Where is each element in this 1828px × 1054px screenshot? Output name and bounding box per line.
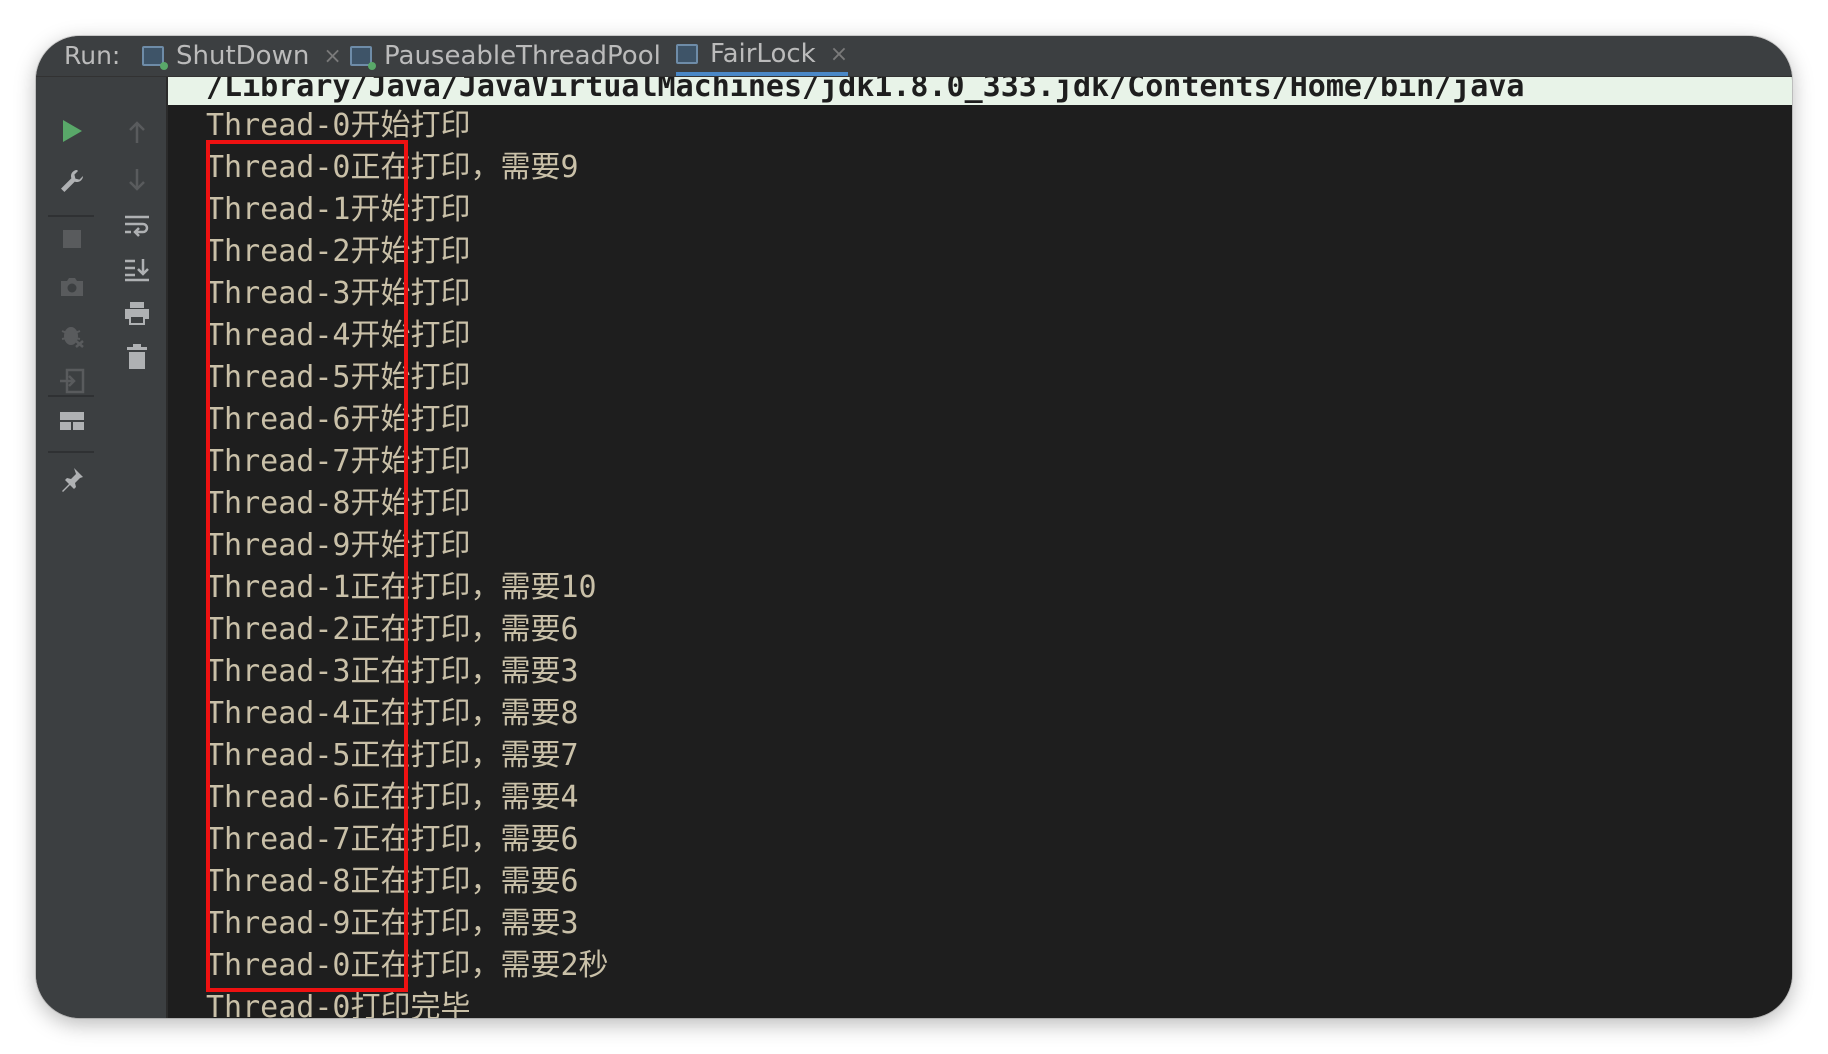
run-toolbar-console bbox=[108, 77, 167, 1018]
tab-label: ShutDown bbox=[176, 41, 310, 71]
console-line: Thread-2开始打印 bbox=[206, 234, 471, 269]
console-line: Thread-7正在打印，需要6 bbox=[206, 822, 579, 857]
run-toolbar-left bbox=[36, 77, 109, 1018]
console-line: Thread-6开始打印 bbox=[206, 402, 471, 437]
arrow-up-icon[interactable] bbox=[117, 113, 157, 153]
trash-icon[interactable] bbox=[117, 337, 157, 377]
console-line: Thread-8正在打印，需要6 bbox=[206, 864, 579, 899]
layout-icon[interactable] bbox=[52, 401, 92, 441]
arrow-down-icon[interactable] bbox=[117, 159, 157, 199]
console-line: Thread-2正在打印，需要6 bbox=[206, 612, 579, 647]
console-line: Thread-0正在打印，需要2秒 bbox=[206, 948, 609, 983]
console-line: Thread-1开始打印 bbox=[206, 192, 471, 227]
console-window-icon bbox=[142, 46, 168, 70]
console-window-icon bbox=[350, 46, 376, 70]
run-label: Run: bbox=[64, 41, 121, 70]
console-line: Thread-4开始打印 bbox=[206, 318, 471, 353]
scroll-to-end-icon[interactable] bbox=[117, 249, 157, 289]
console-line: Thread-5开始打印 bbox=[206, 360, 471, 395]
tab-shutdown[interactable]: ShutDown × bbox=[142, 36, 342, 76]
print-icon[interactable] bbox=[117, 293, 157, 333]
run-tab-bar: Run: ShutDown × PauseableThreadPool × Fa… bbox=[36, 36, 1792, 77]
console-line: Thread-0正在打印，需要9 bbox=[206, 150, 579, 185]
console-line: Thread-0打印完毕 bbox=[206, 990, 471, 1018]
pin-icon[interactable] bbox=[52, 459, 92, 499]
close-icon[interactable]: × bbox=[323, 44, 341, 69]
console-line: Thread-3正在打印，需要3 bbox=[206, 654, 579, 689]
console-line: Thread-9开始打印 bbox=[206, 528, 471, 563]
java-command-line: /Library/Java/JavaVirtualMachines/jdk1.8… bbox=[168, 77, 1792, 105]
console-lines: Thread-0开始打印 Thread-0正在打印，需要9 Thread-1开始… bbox=[206, 105, 1792, 1018]
console-line: Thread-1正在打印，需要10 bbox=[206, 570, 597, 605]
console-line: Thread-6正在打印，需要4 bbox=[206, 780, 579, 815]
console-line: Thread-7开始打印 bbox=[206, 444, 471, 479]
wrench-icon[interactable] bbox=[52, 161, 92, 201]
stop-icon[interactable] bbox=[52, 219, 92, 259]
console-line: Thread-9正在打印，需要3 bbox=[206, 906, 579, 941]
run-icon[interactable] bbox=[52, 111, 92, 151]
console-output[interactable]: /Library/Java/JavaVirtualMachines/jdk1.8… bbox=[168, 77, 1792, 1018]
console-line: Thread-5正在打印，需要7 bbox=[206, 738, 579, 773]
tab-label: PauseableThreadPool bbox=[384, 41, 661, 71]
close-icon[interactable]: × bbox=[830, 42, 848, 67]
console-line: Thread-8开始打印 bbox=[206, 486, 471, 521]
ide-run-window: Run: ShutDown × PauseableThreadPool × Fa… bbox=[36, 36, 1792, 1018]
tab-fairlock[interactable]: FairLock × bbox=[676, 36, 849, 76]
camera-icon[interactable] bbox=[52, 267, 92, 307]
console-line: Thread-4正在打印，需要8 bbox=[206, 696, 579, 731]
console-line: Thread-3开始打印 bbox=[206, 276, 471, 311]
tab-pauseablethreadpool[interactable]: PauseableThreadPool × bbox=[350, 36, 693, 76]
soft-wrap-icon[interactable] bbox=[117, 205, 157, 245]
tab-label: FairLock bbox=[710, 39, 816, 69]
console-window-icon bbox=[676, 44, 698, 64]
debug-bug-icon[interactable] bbox=[52, 315, 92, 355]
console-line: Thread-0开始打印 bbox=[206, 108, 471, 143]
